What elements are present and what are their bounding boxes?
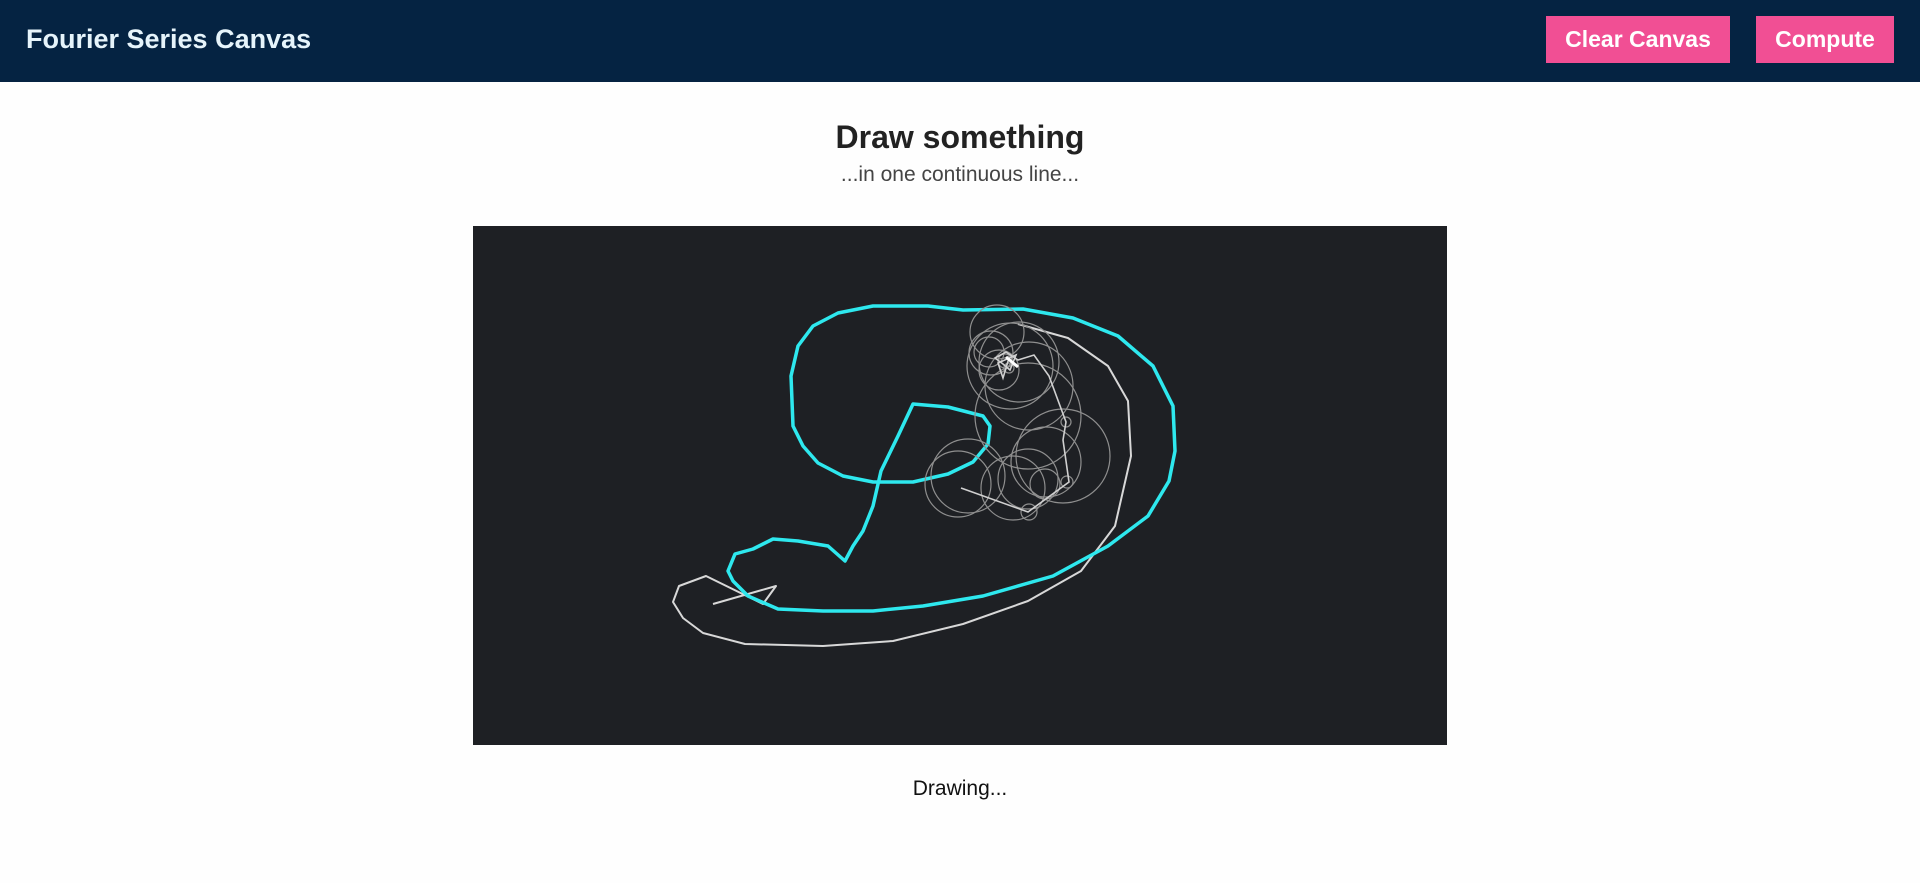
status-text: Drawing... bbox=[912, 777, 1008, 800]
canvas-drawing-svg bbox=[672, 304, 1177, 647]
compute-button[interactable]: Compute bbox=[1756, 16, 1894, 63]
app-title: Fourier Series Canvas bbox=[26, 24, 312, 54]
user-drawing-path bbox=[726, 304, 1177, 613]
clear-canvas-button[interactable]: Clear Canvas bbox=[1546, 16, 1730, 63]
app-header: Fourier Series Canvas Clear Canvas Compu… bbox=[0, 0, 1920, 82]
epicycle-circle bbox=[997, 448, 1059, 510]
epicycle-circle bbox=[978, 321, 1060, 403]
page-heading: Draw something bbox=[835, 119, 1085, 155]
drawing-canvas[interactable] bbox=[473, 226, 1447, 745]
page-subheading: ...in one continuous line... bbox=[840, 163, 1080, 186]
epicycle-circles bbox=[924, 304, 1111, 521]
epicycle-circle bbox=[984, 341, 1074, 431]
